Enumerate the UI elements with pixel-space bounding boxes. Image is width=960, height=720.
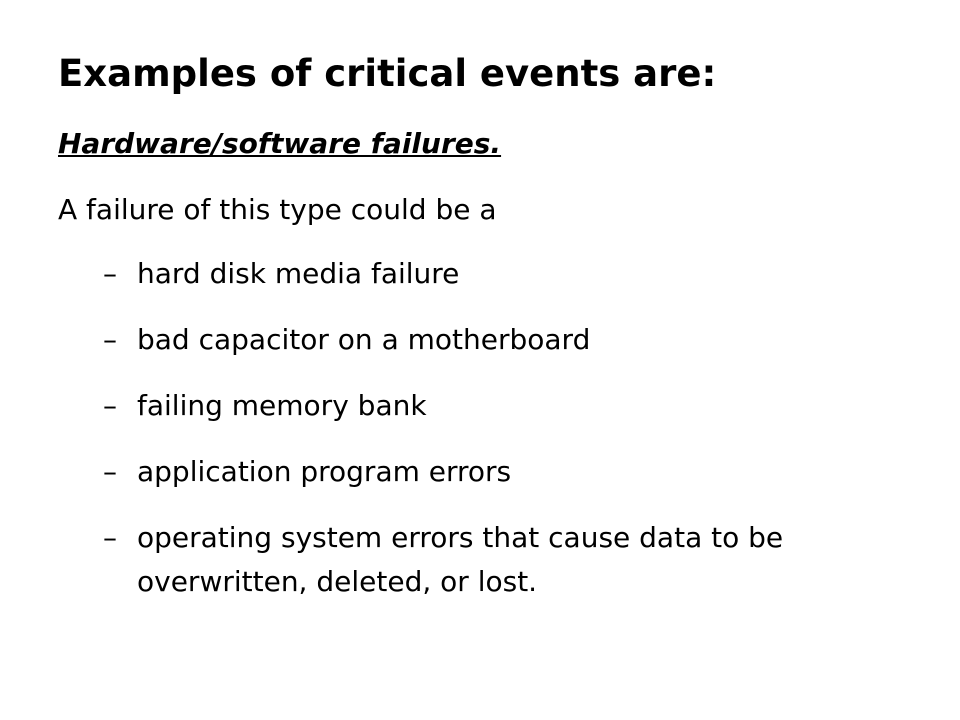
dash-icon: – bbox=[103, 257, 117, 290]
bullet-list: – hard disk media failure – bad capacito… bbox=[103, 252, 903, 626]
subheading: Hardware/software failures. bbox=[58, 127, 502, 160]
bullet-item: – application program errors bbox=[103, 450, 903, 494]
slide: Examples of critical events are: Hardwar… bbox=[0, 0, 960, 720]
dash-icon: – bbox=[103, 389, 117, 422]
bullet-text: operating system errors that cause data … bbox=[137, 521, 784, 598]
intro-text: A failure of this type could be a bbox=[58, 193, 497, 226]
bullet-item: – bad capacitor on a motherboard bbox=[103, 318, 903, 362]
dash-icon: – bbox=[103, 323, 117, 356]
bullet-item: – operating system errors that cause dat… bbox=[103, 516, 903, 604]
dash-icon: – bbox=[103, 521, 117, 554]
bullet-item: – hard disk media failure bbox=[103, 252, 903, 296]
dash-icon: – bbox=[103, 455, 117, 488]
bullet-text: failing memory bank bbox=[137, 389, 427, 422]
bullet-text: bad capacitor on a motherboard bbox=[137, 323, 591, 356]
bullet-item: – failing memory bank bbox=[103, 384, 903, 428]
bullet-text: application program errors bbox=[137, 455, 512, 488]
bullet-text: hard disk media failure bbox=[137, 257, 460, 290]
slide-title: Examples of critical events are: bbox=[58, 52, 717, 95]
